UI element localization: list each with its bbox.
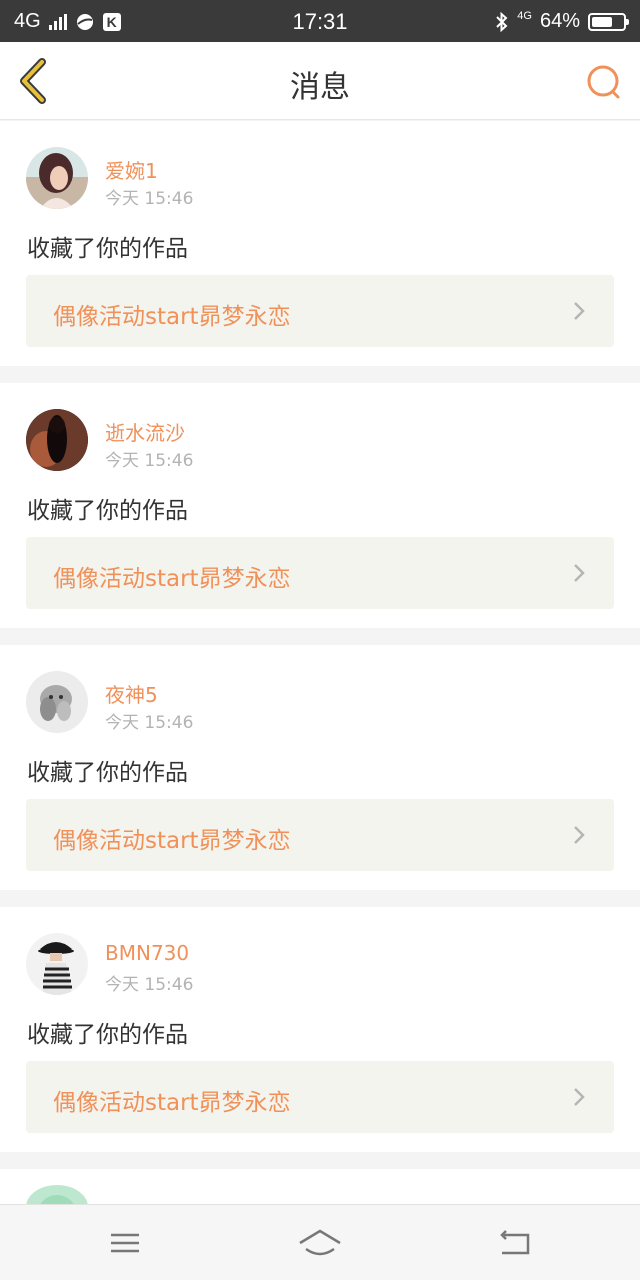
system-nav-bar — [0, 1204, 640, 1280]
work-link[interactable]: 偶像活动start昴梦永恋 — [26, 1061, 614, 1133]
status-bar: 4G K 17:31 4G 64% — [0, 0, 640, 42]
message-card: 爱婉1 今天 15:46 收藏了你的作品 偶像活动start昴梦永恋 — [0, 121, 640, 366]
search-icon — [587, 65, 620, 99]
battery-percent: 64% — [539, 10, 580, 32]
app-header: 消息 — [0, 42, 640, 120]
menu-icon — [111, 1233, 139, 1253]
screen: 4G K 17:31 4G 64% 消息 爱婉1 今天 15:46 收藏了你的作… — [0, 0, 640, 1280]
menu-button[interactable] — [105, 1223, 145, 1263]
work-title: 偶像活动start昴梦永恋 — [53, 566, 291, 592]
home-icon — [299, 1229, 341, 1256]
work-title: 偶像活动start昴梦永恋 — [53, 1090, 291, 1116]
chevron-right-icon — [574, 1088, 585, 1106]
work-link[interactable]: 偶像活动start昴梦永恋 — [26, 275, 614, 347]
message-time: 今天 15:46 — [105, 189, 194, 209]
chevron-right-icon — [574, 826, 585, 844]
avatar[interactable] — [26, 409, 88, 471]
chevron-right-icon — [574, 564, 585, 582]
message-card: BMN730 今天 15:46 收藏了你的作品 偶像活动start昴梦永恋 — [0, 907, 640, 1152]
avatar[interactable] — [26, 933, 88, 995]
avatar[interactable] — [26, 671, 88, 733]
message-text: 收藏了你的作品 — [27, 498, 188, 524]
page-title: 消息 — [290, 70, 350, 105]
avatar[interactable] — [26, 147, 88, 209]
user-name[interactable]: 爱婉1 — [105, 155, 158, 184]
home-button[interactable] — [298, 1223, 341, 1263]
message-text: 收藏了你的作品 — [27, 1022, 188, 1048]
message-time: 今天 15:46 — [105, 451, 194, 471]
message-time: 今天 15:46 — [105, 975, 194, 995]
system-back-button[interactable] — [494, 1223, 534, 1263]
user-name[interactable]: BMN730 — [105, 941, 189, 965]
message-text: 收藏了你的作品 — [27, 760, 188, 786]
user-name[interactable]: 夜神5 — [105, 679, 158, 708]
work-title: 偶像活动start昴梦永恋 — [53, 304, 291, 330]
work-title: 偶像活动start昴梦永恋 — [53, 828, 291, 854]
search-button[interactable] — [584, 62, 624, 102]
data-network-label: 4G — [517, 9, 532, 22]
user-name[interactable]: 逝水流沙 — [105, 417, 185, 446]
battery-icon — [588, 12, 629, 31]
message-list: 爱婉1 今天 15:46 收藏了你的作品 偶像活动start昴梦永恋 逝水流沙 … — [0, 121, 640, 1229]
message-card: 逝水流沙 今天 15:46 收藏了你的作品 偶像活动start昴梦永恋 — [0, 383, 640, 628]
status-right: 4G 64% — [495, 9, 629, 33]
chevron-right-icon — [574, 302, 585, 320]
work-link[interactable]: 偶像活动start昴梦永恋 — [26, 537, 614, 609]
return-icon — [500, 1230, 530, 1255]
bluetooth-icon — [496, 11, 508, 32]
message-card: 夜神5 今天 15:46 收藏了你的作品 偶像活动start昴梦永恋 — [0, 645, 640, 890]
message-text: 收藏了你的作品 — [27, 236, 188, 262]
message-time: 今天 15:46 — [105, 713, 194, 733]
work-link[interactable]: 偶像活动start昴梦永恋 — [26, 799, 614, 871]
